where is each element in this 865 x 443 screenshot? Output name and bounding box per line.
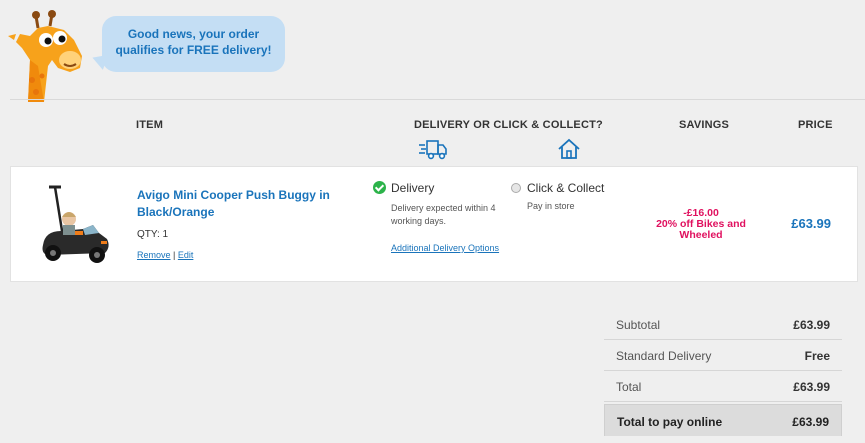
link-separator: | bbox=[170, 250, 178, 260]
total-to-pay-row: Total to pay online £63.99 bbox=[604, 404, 842, 436]
click-collect-note: Pay in store bbox=[527, 201, 575, 211]
edit-link[interactable]: Edit bbox=[178, 250, 194, 260]
additional-delivery-options-link[interactable]: Additional Delivery Options bbox=[391, 243, 499, 253]
delivery-option-label: Delivery bbox=[391, 181, 435, 195]
item-price: £63.99 bbox=[791, 216, 831, 231]
quantity-label: QTY: 1 bbox=[137, 229, 169, 240]
header-delivery: DELIVERY OR CLICK & COLLECT? bbox=[414, 119, 603, 131]
free-delivery-banner: Good news, your order qualifies for FREE… bbox=[102, 16, 285, 72]
summary-label: Subtotal bbox=[616, 318, 661, 332]
remove-link[interactable]: Remove bbox=[137, 250, 171, 260]
summary-label: Standard Delivery bbox=[616, 349, 712, 363]
order-summary: Subtotal £63.99 Standard Delivery Free T… bbox=[604, 309, 842, 436]
summary-value: £63.99 bbox=[793, 380, 830, 394]
delivery-truck-icon bbox=[419, 140, 447, 160]
check-circle-icon[interactable] bbox=[373, 181, 386, 194]
total-to-pay-value: £63.99 bbox=[792, 415, 829, 429]
summary-row-total: Total £63.99 bbox=[604, 371, 842, 402]
item-actions: Remove | Edit bbox=[137, 250, 193, 260]
total-to-pay-label: Total to pay online bbox=[617, 415, 723, 429]
cart-item-card: Avigo Mini Cooper Push Buggy in Black/Or… bbox=[10, 166, 858, 282]
giraffe-mascot-logo bbox=[8, 10, 82, 102]
click-collect-label: Click & Collect bbox=[527, 181, 605, 195]
summary-value: £63.99 bbox=[793, 318, 830, 332]
click-collect-radio[interactable] bbox=[511, 183, 521, 193]
divider bbox=[10, 99, 865, 100]
savings-info: -£16.00 20% off Bikes and Wheeled bbox=[651, 208, 751, 241]
summary-row-subtotal: Subtotal £63.99 bbox=[604, 309, 842, 340]
header-price: PRICE bbox=[798, 119, 833, 131]
product-title-link[interactable]: Avigo Mini Cooper Push Buggy in Black/Or… bbox=[137, 187, 337, 221]
summary-value: Free bbox=[804, 349, 830, 363]
house-store-icon bbox=[558, 138, 580, 159]
header-savings: SAVINGS bbox=[679, 119, 730, 131]
summary-label: Total bbox=[616, 380, 642, 394]
product-image[interactable] bbox=[35, 181, 115, 273]
savings-description: 20% off Bikes and Wheeled bbox=[656, 218, 746, 241]
delivery-estimate: Delivery expected within 4 working days. bbox=[391, 203, 496, 226]
summary-row-delivery: Standard Delivery Free bbox=[604, 340, 842, 371]
header-item: ITEM bbox=[136, 119, 164, 131]
